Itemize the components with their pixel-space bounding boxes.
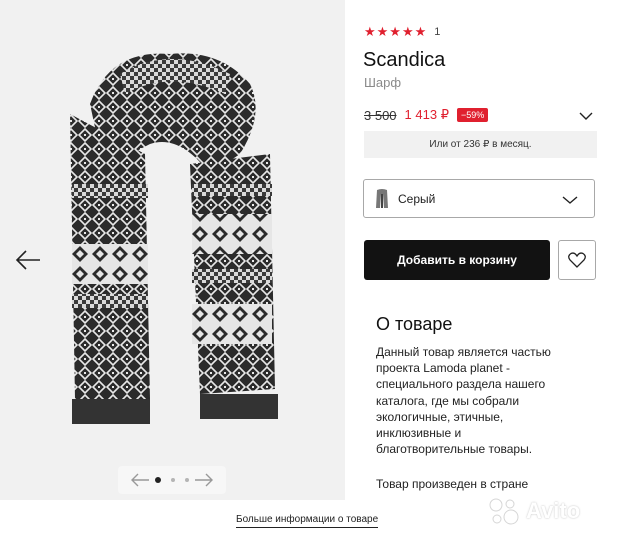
new-price: 1 413 ₽: [404, 107, 449, 122]
product-brand[interactable]: Scandica: [363, 49, 445, 72]
add-to-cart-button[interactable]: Добавить в корзину: [364, 240, 550, 280]
color-swatch-icon: [376, 189, 388, 208]
discount-badge: −59%: [456, 108, 489, 122]
pager-dot-active[interactable]: [155, 477, 161, 483]
avito-logo-icon: [489, 498, 519, 525]
pager-prev-icon[interactable]: [130, 473, 150, 487]
chevron-down-icon: [562, 196, 578, 204]
product-rating[interactable]: ★★★★★ 1: [364, 24, 440, 40]
heart-icon: [568, 252, 586, 268]
installment-info[interactable]: Или от 236 ₽ в месяц.: [364, 131, 597, 158]
old-price: 3 500: [364, 107, 397, 123]
chevron-down-icon[interactable]: [578, 110, 594, 122]
about-description: Данный товар является частью проекта Lam…: [376, 345, 551, 457]
color-label: Серый: [398, 192, 436, 206]
avito-watermark: Avito: [486, 496, 580, 526]
about-title: О товаре: [376, 314, 453, 334]
scarf-image: [70, 53, 278, 424]
pager-dot[interactable]: [171, 478, 175, 482]
arrow-left-icon[interactable]: [14, 248, 42, 272]
price-block: 3 500 1 413 ₽ −59%: [364, 107, 489, 123]
product-subtitle: Шарф: [364, 75, 402, 90]
about-origin: Товар произведен в стране: [376, 477, 529, 491]
gallery-pager: [118, 466, 226, 494]
pager-dot[interactable]: [185, 478, 189, 482]
color-select[interactable]: Серый: [363, 179, 595, 218]
product-gallery: [0, 0, 345, 500]
avito-wordmark: Avito: [526, 498, 581, 523]
pager-next-icon[interactable]: [194, 473, 214, 487]
more-info-link[interactable]: Больше информации о товаре: [236, 514, 379, 528]
rating-count: 1: [434, 26, 441, 38]
rating-stars: ★★★★★: [364, 24, 428, 39]
favorite-button[interactable]: [558, 240, 596, 280]
